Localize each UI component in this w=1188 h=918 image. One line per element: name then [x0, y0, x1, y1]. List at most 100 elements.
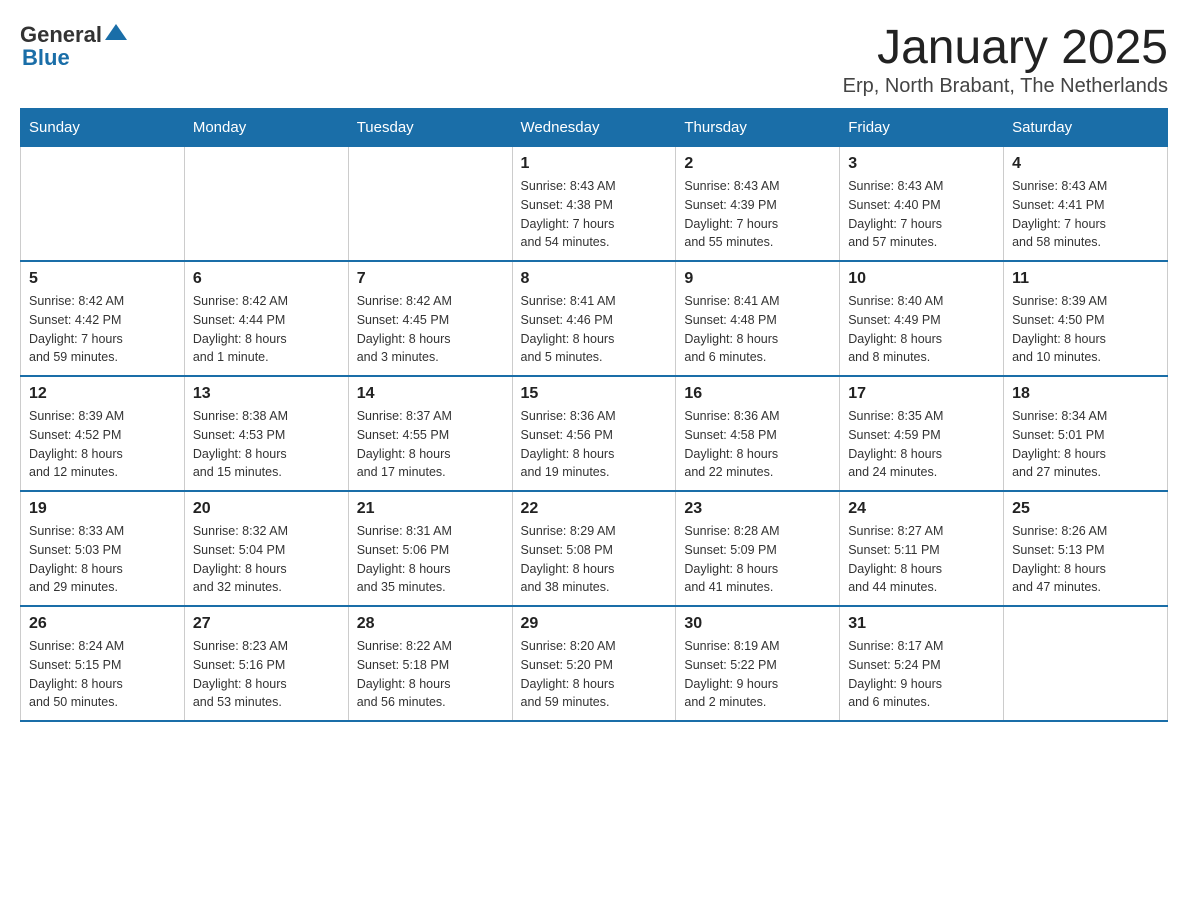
- calendar-cell: 29Sunrise: 8:20 AM Sunset: 5:20 PM Dayli…: [512, 606, 676, 721]
- calendar-cell: 14 Sunrise: 8:37 AM Sunset: 4:55 PM Dayli…: [348, 376, 512, 491]
- week-row-4: 19Sunrise: 8:33 AM Sunset: 5:03 PM Dayli…: [21, 491, 1168, 606]
- day-number: 19: [29, 500, 176, 518]
- day-number: 7: [357, 270, 504, 288]
- logo: General Blue: [20, 20, 127, 71]
- calendar-cell: [348, 147, 512, 262]
- day-number: 23: [684, 500, 831, 518]
- subtitle: Erp, North Brabant, The Netherlands: [843, 75, 1168, 98]
- calendar-cell: 21 Sunrise: 8:31 AM Sunset: 5:06 PM Dayli…: [348, 491, 512, 606]
- header-thursday: Thursday: [676, 109, 840, 147]
- day-number: 10: [848, 270, 995, 288]
- day-number: 3: [848, 155, 995, 173]
- calendar-cell: 2 Sunrise: 8:43 AM Sunset: 4:39 PM Daylig…: [676, 147, 840, 262]
- day-number: 30: [684, 615, 831, 633]
- day-info: Sunrise: 8:34 AM Sunset: 5:01 PM Dayligh…: [1012, 407, 1159, 482]
- calendar-cell: 30Sunrise: 8:19 AM Sunset: 5:22 PM Dayli…: [676, 606, 840, 721]
- day-number: 25: [1012, 500, 1159, 518]
- day-info: Sunrise: 8:41 AM Sunset: 4:46 PM Dayligh…: [521, 292, 668, 367]
- day-info: Sunrise: 8:36 AM Sunset: 4:58 PM Dayligh…: [684, 407, 831, 482]
- day-info: Sunrise: 8:28 AM Sunset: 5:09 PM Dayligh…: [684, 522, 831, 597]
- day-number: 29: [521, 615, 668, 633]
- day-info: Sunrise: 8:42 AM Sunset: 4:45 PM Dayligh…: [357, 292, 504, 367]
- day-number: 21: [357, 500, 504, 518]
- calendar-table: SundayMondayTuesdayWednesdayThursdayFrid…: [20, 108, 1168, 722]
- day-number: 4: [1012, 155, 1159, 173]
- calendar-cell: 11Sunrise: 8:39 AM Sunset: 4:50 PM Dayli…: [1004, 261, 1168, 376]
- day-info: Sunrise: 8:39 AM Sunset: 4:52 PM Dayligh…: [29, 407, 176, 482]
- day-number: 18: [1012, 385, 1159, 403]
- day-info: Sunrise: 8:40 AM Sunset: 4:49 PM Dayligh…: [848, 292, 995, 367]
- calendar-cell: 1 Sunrise: 8:43 AM Sunset: 4:38 PM Daylig…: [512, 147, 676, 262]
- calendar-cell: 7 Sunrise: 8:42 AM Sunset: 4:45 PM Daylig…: [348, 261, 512, 376]
- day-number: 14: [357, 385, 504, 403]
- day-info: Sunrise: 8:41 AM Sunset: 4:48 PM Dayligh…: [684, 292, 831, 367]
- day-info: Sunrise: 8:37 AM Sunset: 4:55 PM Dayligh…: [357, 407, 504, 482]
- main-title: January 2025: [843, 20, 1168, 75]
- header-friday: Friday: [840, 109, 1004, 147]
- day-info: Sunrise: 8:22 AM Sunset: 5:18 PM Dayligh…: [357, 637, 504, 712]
- logo-icon: [105, 22, 127, 44]
- day-number: 24: [848, 500, 995, 518]
- calendar-cell: 26 Sunrise: 8:24 AM Sunset: 5:15 PM Dayli…: [21, 606, 185, 721]
- day-number: 27: [193, 615, 340, 633]
- day-number: 17: [848, 385, 995, 403]
- calendar-cell: 9 Sunrise: 8:41 AM Sunset: 4:48 PM Daylig…: [676, 261, 840, 376]
- header-monday: Monday: [184, 109, 348, 147]
- day-info: Sunrise: 8:31 AM Sunset: 5:06 PM Dayligh…: [357, 522, 504, 597]
- day-number: 20: [193, 500, 340, 518]
- logo-blue: Blue: [22, 45, 70, 71]
- day-number: 31: [848, 615, 995, 633]
- calendar-cell: 17 Sunrise: 8:35 AM Sunset: 4:59 PM Dayli…: [840, 376, 1004, 491]
- day-info: Sunrise: 8:42 AM Sunset: 4:44 PM Dayligh…: [193, 292, 340, 367]
- day-info: Sunrise: 8:43 AM Sunset: 4:38 PM Dayligh…: [521, 177, 668, 252]
- day-number: 2: [684, 155, 831, 173]
- day-number: 22: [521, 500, 668, 518]
- week-row-2: 5Sunrise: 8:42 AM Sunset: 4:42 PM Daylig…: [21, 261, 1168, 376]
- title-section: January 2025 Erp, North Brabant, The Net…: [843, 20, 1168, 98]
- calendar-cell: [21, 147, 185, 262]
- day-info: Sunrise: 8:43 AM Sunset: 4:40 PM Dayligh…: [848, 177, 995, 252]
- day-number: 9: [684, 270, 831, 288]
- day-info: Sunrise: 8:35 AM Sunset: 4:59 PM Dayligh…: [848, 407, 995, 482]
- day-number: 1: [521, 155, 668, 173]
- calendar-cell: 4 Sunrise: 8:43 AM Sunset: 4:41 PM Daylig…: [1004, 147, 1168, 262]
- day-number: 26: [29, 615, 176, 633]
- header-saturday: Saturday: [1004, 109, 1168, 147]
- day-info: Sunrise: 8:23 AM Sunset: 5:16 PM Dayligh…: [193, 637, 340, 712]
- day-number: 16: [684, 385, 831, 403]
- calendar-cell: 20 Sunrise: 8:32 AM Sunset: 5:04 PM Dayli…: [184, 491, 348, 606]
- calendar-cell: 25 Sunrise: 8:26 AM Sunset: 5:13 PM Dayli…: [1004, 491, 1168, 606]
- day-info: Sunrise: 8:36 AM Sunset: 4:56 PM Dayligh…: [521, 407, 668, 482]
- header-tuesday: Tuesday: [348, 109, 512, 147]
- calendar-cell: 15Sunrise: 8:36 AM Sunset: 4:56 PM Dayli…: [512, 376, 676, 491]
- calendar-cell: [1004, 606, 1168, 721]
- calendar-cell: 22Sunrise: 8:29 AM Sunset: 5:08 PM Dayli…: [512, 491, 676, 606]
- header-wednesday: Wednesday: [512, 109, 676, 147]
- week-row-5: 26 Sunrise: 8:24 AM Sunset: 5:15 PM Dayli…: [21, 606, 1168, 721]
- day-info: Sunrise: 8:24 AM Sunset: 5:15 PM Dayligh…: [29, 637, 176, 712]
- day-info: Sunrise: 8:39 AM Sunset: 4:50 PM Dayligh…: [1012, 292, 1159, 367]
- calendar-cell: 12Sunrise: 8:39 AM Sunset: 4:52 PM Dayli…: [21, 376, 185, 491]
- calendar-cell: 10 Sunrise: 8:40 AM Sunset: 4:49 PM Dayli…: [840, 261, 1004, 376]
- calendar-header-row: SundayMondayTuesdayWednesdayThursdayFrid…: [21, 109, 1168, 147]
- day-number: 5: [29, 270, 176, 288]
- day-info: Sunrise: 8:26 AM Sunset: 5:13 PM Dayligh…: [1012, 522, 1159, 597]
- calendar-cell: 19Sunrise: 8:33 AM Sunset: 5:03 PM Dayli…: [21, 491, 185, 606]
- day-info: Sunrise: 8:43 AM Sunset: 4:41 PM Dayligh…: [1012, 177, 1159, 252]
- day-info: Sunrise: 8:17 AM Sunset: 5:24 PM Dayligh…: [848, 637, 995, 712]
- calendar-cell: 28Sunrise: 8:22 AM Sunset: 5:18 PM Dayli…: [348, 606, 512, 721]
- calendar-cell: 13Sunrise: 8:38 AM Sunset: 4:53 PM Dayli…: [184, 376, 348, 491]
- day-info: Sunrise: 8:32 AM Sunset: 5:04 PM Dayligh…: [193, 522, 340, 597]
- calendar-cell: [184, 147, 348, 262]
- header-sunday: Sunday: [21, 109, 185, 147]
- day-number: 13: [193, 385, 340, 403]
- calendar-cell: 23 Sunrise: 8:28 AM Sunset: 5:09 PM Dayli…: [676, 491, 840, 606]
- day-number: 8: [521, 270, 668, 288]
- calendar-cell: 31 Sunrise: 8:17 AM Sunset: 5:24 PM Dayli…: [840, 606, 1004, 721]
- logo-general: General: [20, 22, 102, 48]
- calendar-cell: 16 Sunrise: 8:36 AM Sunset: 4:58 PM Dayli…: [676, 376, 840, 491]
- calendar-cell: 3 Sunrise: 8:43 AM Sunset: 4:40 PM Daylig…: [840, 147, 1004, 262]
- day-info: Sunrise: 8:43 AM Sunset: 4:39 PM Dayligh…: [684, 177, 831, 252]
- page-header: General Blue January 2025 Erp, North Bra…: [20, 20, 1168, 98]
- calendar-cell: 8 Sunrise: 8:41 AM Sunset: 4:46 PM Daylig…: [512, 261, 676, 376]
